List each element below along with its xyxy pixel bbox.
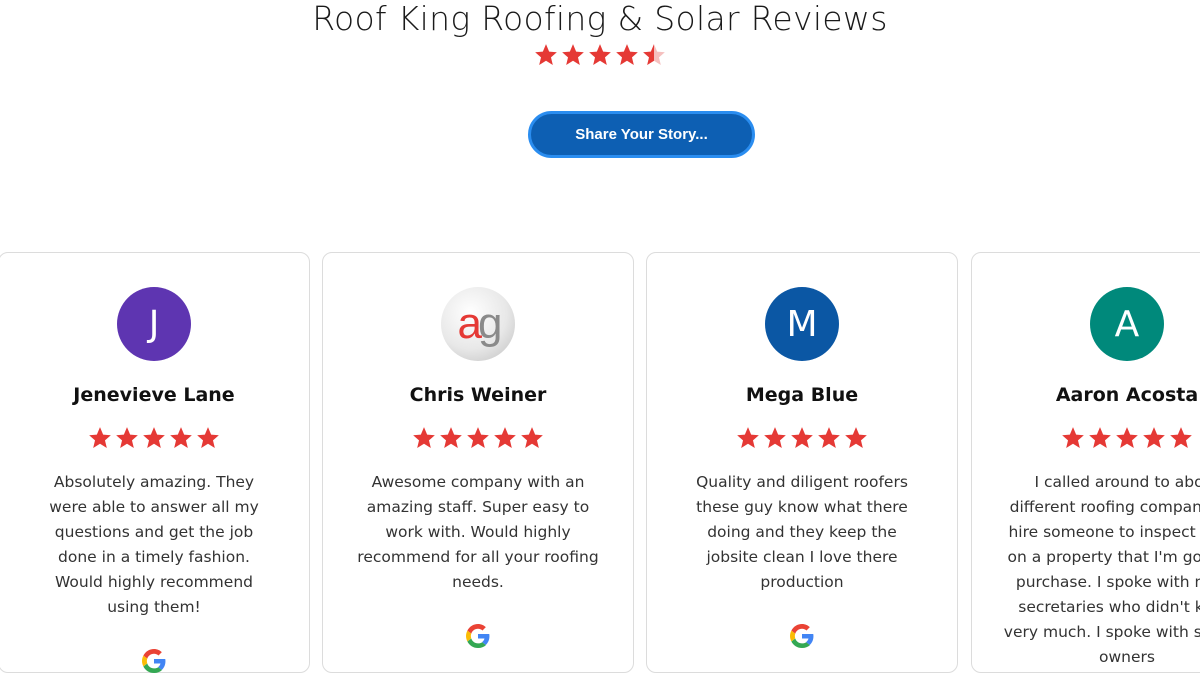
share-your-story-button[interactable]: Share Your Story... bbox=[528, 111, 755, 158]
review-rating-stars bbox=[972, 425, 1200, 453]
star-icon bbox=[492, 425, 518, 451]
reviews-carousel[interactable]: J Jenevieve Lane Absolutely amazing. The… bbox=[0, 252, 1200, 676]
review-card: J Jenevieve Lane Absolutely amazing. The… bbox=[0, 252, 310, 673]
page-title: Roof King Roofing & Solar Reviews bbox=[312, 0, 888, 38]
star-icon bbox=[843, 425, 869, 451]
star-icon bbox=[114, 425, 140, 451]
star-icon bbox=[411, 425, 437, 451]
star-icon bbox=[587, 42, 613, 68]
star-icon bbox=[1060, 425, 1086, 451]
avatar: A bbox=[1090, 287, 1164, 361]
star-icon bbox=[533, 42, 559, 68]
reviewer-name: Chris Weiner bbox=[409, 384, 547, 406]
reviewer-name: Mega Blue bbox=[745, 384, 859, 406]
google-icon[interactable] bbox=[142, 649, 166, 673]
star-icon bbox=[438, 425, 464, 451]
star-icon bbox=[560, 42, 586, 68]
star-icon bbox=[1168, 425, 1194, 451]
review-card: M Mega Blue Quality and diligent roofers… bbox=[646, 252, 958, 673]
review-text: Awesome company with an amazing staff. S… bbox=[357, 473, 599, 591]
star-icon bbox=[789, 425, 815, 451]
review-card: A Aaron Acosta I called around to about … bbox=[971, 252, 1200, 673]
star-icon bbox=[168, 425, 194, 451]
avatar: ag ag bbox=[441, 287, 515, 361]
star-icon bbox=[465, 425, 491, 451]
avatar: M bbox=[765, 287, 839, 361]
star-icon bbox=[141, 425, 167, 451]
star-icon bbox=[735, 425, 761, 451]
review-rating-stars bbox=[323, 425, 633, 453]
google-icon[interactable] bbox=[466, 624, 490, 648]
avatar: J bbox=[117, 287, 191, 361]
review-rating-stars bbox=[0, 425, 309, 453]
star-icon bbox=[816, 425, 842, 451]
review-text: I called around to about different roofi… bbox=[1003, 473, 1200, 666]
half-star-icon bbox=[641, 42, 667, 68]
star-icon bbox=[1141, 425, 1167, 451]
review-text: Absolutely amazing. They were able to an… bbox=[49, 473, 259, 616]
star-icon bbox=[195, 425, 221, 451]
star-icon bbox=[87, 425, 113, 451]
review-text: Quality and diligent roofers these guy k… bbox=[696, 473, 908, 591]
google-icon[interactable] bbox=[790, 624, 814, 648]
star-icon bbox=[1114, 425, 1140, 451]
star-icon bbox=[614, 42, 640, 68]
star-icon bbox=[1087, 425, 1113, 451]
star-icon bbox=[519, 425, 545, 451]
reviewer-name: Aaron Acosta bbox=[1055, 384, 1199, 406]
overall-rating-stars bbox=[0, 42, 1200, 72]
star-icon bbox=[762, 425, 788, 451]
review-card: ag ag Chris Weiner Awesome company with … bbox=[322, 252, 634, 673]
review-rating-stars bbox=[647, 425, 957, 453]
reviewer-name: Jenevieve Lane bbox=[73, 384, 235, 406]
